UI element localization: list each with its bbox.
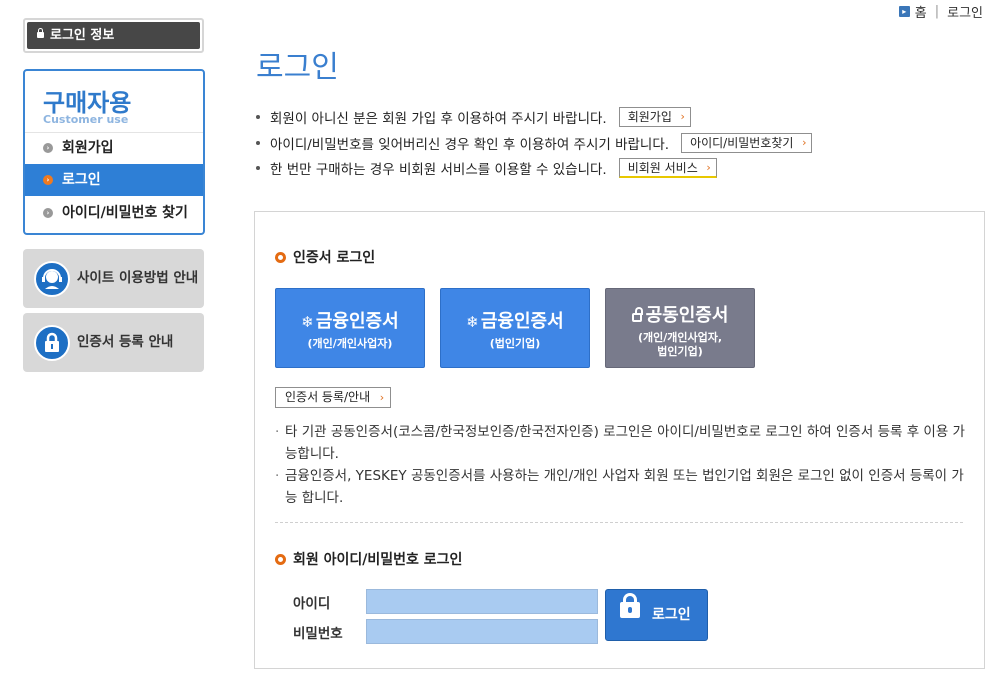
- site-guide-label: 사이트 이용방법 안내: [77, 270, 199, 286]
- sidebar-item-find-account[interactable]: › 아이디/비밀번호 찾기: [25, 197, 203, 229]
- cert-guide-button[interactable]: 인증서 등록 안내: [23, 313, 204, 372]
- cert-info-text: 타 기관 공동인증서(코스콤/한국정보인증/한국전자인증) 로그인은 아이디/비…: [285, 424, 965, 462]
- breadcrumb-separator: |: [934, 4, 940, 19]
- sidebar-item-label: 아이디/비밀번호 찾기: [62, 205, 188, 221]
- chevron-right-icon: ›: [802, 136, 807, 149]
- cert-register-label: 인증서 등록/안내: [285, 390, 371, 404]
- login-button-label: 로그인: [652, 607, 691, 623]
- breadcrumb: ▸ 홈 | 로그인: [898, 2, 983, 21]
- find-account-button[interactable]: 아이디/비밀번호찾기 ›: [681, 133, 813, 153]
- info-marker: ·: [275, 424, 280, 440]
- chevron-right-icon: ›: [43, 143, 53, 153]
- cert-login-title: 인증서 로그인: [275, 247, 375, 267]
- id-login-title-text: 회원 아이디/비밀번호 로그인: [293, 552, 463, 568]
- guest-service-button-label: 비회원 서비스: [627, 161, 698, 175]
- bullet-icon: [256, 115, 260, 119]
- bullet-icon: [256, 141, 260, 145]
- info-marker: ·: [275, 468, 280, 484]
- lock-icon: [620, 593, 640, 618]
- cert-button-sub: (개인/개인사업자): [307, 337, 393, 350]
- lock-icon: [37, 28, 44, 38]
- login-info-header: 로그인 정보: [23, 18, 204, 53]
- notice-text: 한 번만 구매하는 경우 비회원 서비스를 이용할 수 있습니다.: [270, 162, 607, 178]
- section-bullet-icon: [275, 251, 286, 263]
- login-info-label: 로그인 정보: [50, 28, 115, 43]
- notice-find-account: 아이디/비밀번호를 잊어버리신 경우 확인 후 이용하여 주시기 바랍니다. 아…: [256, 133, 813, 153]
- signup-button[interactable]: 회원가입 ›: [618, 107, 691, 127]
- home-arrow-icon: ▸: [898, 6, 910, 17]
- sidebar-item-label: 로그인: [62, 172, 101, 188]
- buyer-menu: 구매자용 Customer use › 회원가입 › 로그인 › 아이디/비밀번…: [23, 69, 205, 235]
- chevron-right-icon: ›: [43, 208, 53, 218]
- login-panel: 인증서 로그인 ❄ 금융인증서 (개인/개인사업자) ❄ 금융인증서 (법인기업) …: [254, 211, 985, 669]
- cert-button-title-text: 공동인증서: [645, 305, 729, 326]
- signup-button-label: 회원가입: [627, 110, 672, 124]
- chevron-right-icon: ›: [379, 391, 385, 404]
- shield-icon: ❄: [466, 313, 479, 331]
- breadcrumb-home-link[interactable]: 홈: [915, 2, 927, 21]
- find-account-button-label: 아이디/비밀번호찾기: [690, 136, 794, 150]
- menu-subtitle: Customer use: [43, 113, 129, 126]
- password-input[interactable]: [366, 619, 598, 644]
- sidebar-item-login[interactable]: › 로그인: [25, 164, 203, 196]
- sidebar-item-signup[interactable]: › 회원가입: [25, 132, 203, 164]
- notice-text: 아이디/비밀번호를 잊어버리신 경우 확인 후 이용하여 주시기 바랍니다.: [270, 137, 670, 153]
- breadcrumb-current: 로그인: [947, 6, 983, 21]
- shield-icon: ❄: [301, 313, 314, 331]
- cert-button-title-text: 금융인증서: [315, 311, 399, 332]
- id-login-title: 회원 아이디/비밀번호 로그인: [275, 549, 462, 569]
- financial-cert-personal-button[interactable]: ❄ 금융인증서 (개인/개인사업자): [275, 288, 425, 368]
- id-label: 아이디: [293, 596, 331, 612]
- cert-info-text: 금융인증서, YESKEY 공동인증서를 사용하는 개인/개인 사업자 회원 또…: [285, 468, 964, 506]
- cert-button-title: ❄ 금융인증서: [441, 307, 589, 333]
- cert-button-sub-line: (개인/개인사업자,: [637, 331, 723, 344]
- login-button[interactable]: 로그인: [605, 589, 708, 641]
- cert-guide-label: 인증서 등록 안내: [77, 334, 174, 350]
- cert-button-title-text: 금융인증서: [480, 311, 564, 332]
- chevron-right-icon: ›: [43, 175, 53, 185]
- cert-info-line: · 금융인증서, YESKEY 공동인증서를 사용하는 개인/개인 사업자 회원…: [275, 465, 965, 509]
- password-label: 비밀번호: [293, 626, 343, 642]
- support-agent-icon: [34, 261, 70, 297]
- cert-button-sub: (개인/개인사업자, 법인기업): [606, 331, 754, 359]
- cert-button-title: 공동인증서: [606, 301, 754, 327]
- cert-button-sub-line: 법인기업): [657, 345, 703, 358]
- cert-button-sub: (법인기업): [489, 337, 541, 350]
- bullet-icon: [256, 166, 260, 170]
- notice-text: 회원이 아니신 분은 회원 가입 후 이용하여 주시기 바랍니다.: [270, 111, 607, 127]
- page-title: 로그인: [256, 50, 339, 85]
- id-input[interactable]: [366, 589, 598, 614]
- notice-signup: 회원이 아니신 분은 회원 가입 후 이용하여 주시기 바랍니다. 회원가입 ›: [256, 107, 691, 127]
- chevron-right-icon: ›: [706, 161, 711, 174]
- cert-register-button[interactable]: 인증서 등록/안내 ›: [275, 387, 392, 408]
- login-info-bar: 로그인 정보: [27, 22, 200, 49]
- cert-info-line: · 타 기관 공동인증서(코스콤/한국정보인증/한국전자인증) 로그인은 아이디…: [275, 421, 965, 465]
- financial-cert-corporate-button[interactable]: ❄ 금융인증서 (법인기업): [440, 288, 590, 368]
- section-divider: [275, 522, 963, 523]
- chevron-right-icon: ›: [680, 110, 685, 123]
- notice-guest: 한 번만 구매하는 경우 비회원 서비스를 이용할 수 있습니다. 비회원 서비…: [256, 158, 717, 178]
- site-guide-button[interactable]: 사이트 이용방법 안내: [23, 249, 204, 308]
- cert-login-title-text: 인증서 로그인: [293, 250, 376, 266]
- joint-cert-button[interactable]: 공동인증서 (개인/개인사업자, 법인기업): [605, 288, 755, 368]
- lock-icon: [631, 307, 643, 322]
- guest-service-button[interactable]: 비회원 서비스 ›: [618, 158, 717, 178]
- cert-button-title: ❄ 금융인증서: [276, 307, 424, 333]
- section-bullet-icon: [275, 553, 286, 565]
- sidebar-item-label: 회원가입: [62, 140, 114, 156]
- lock-icon: [34, 325, 70, 361]
